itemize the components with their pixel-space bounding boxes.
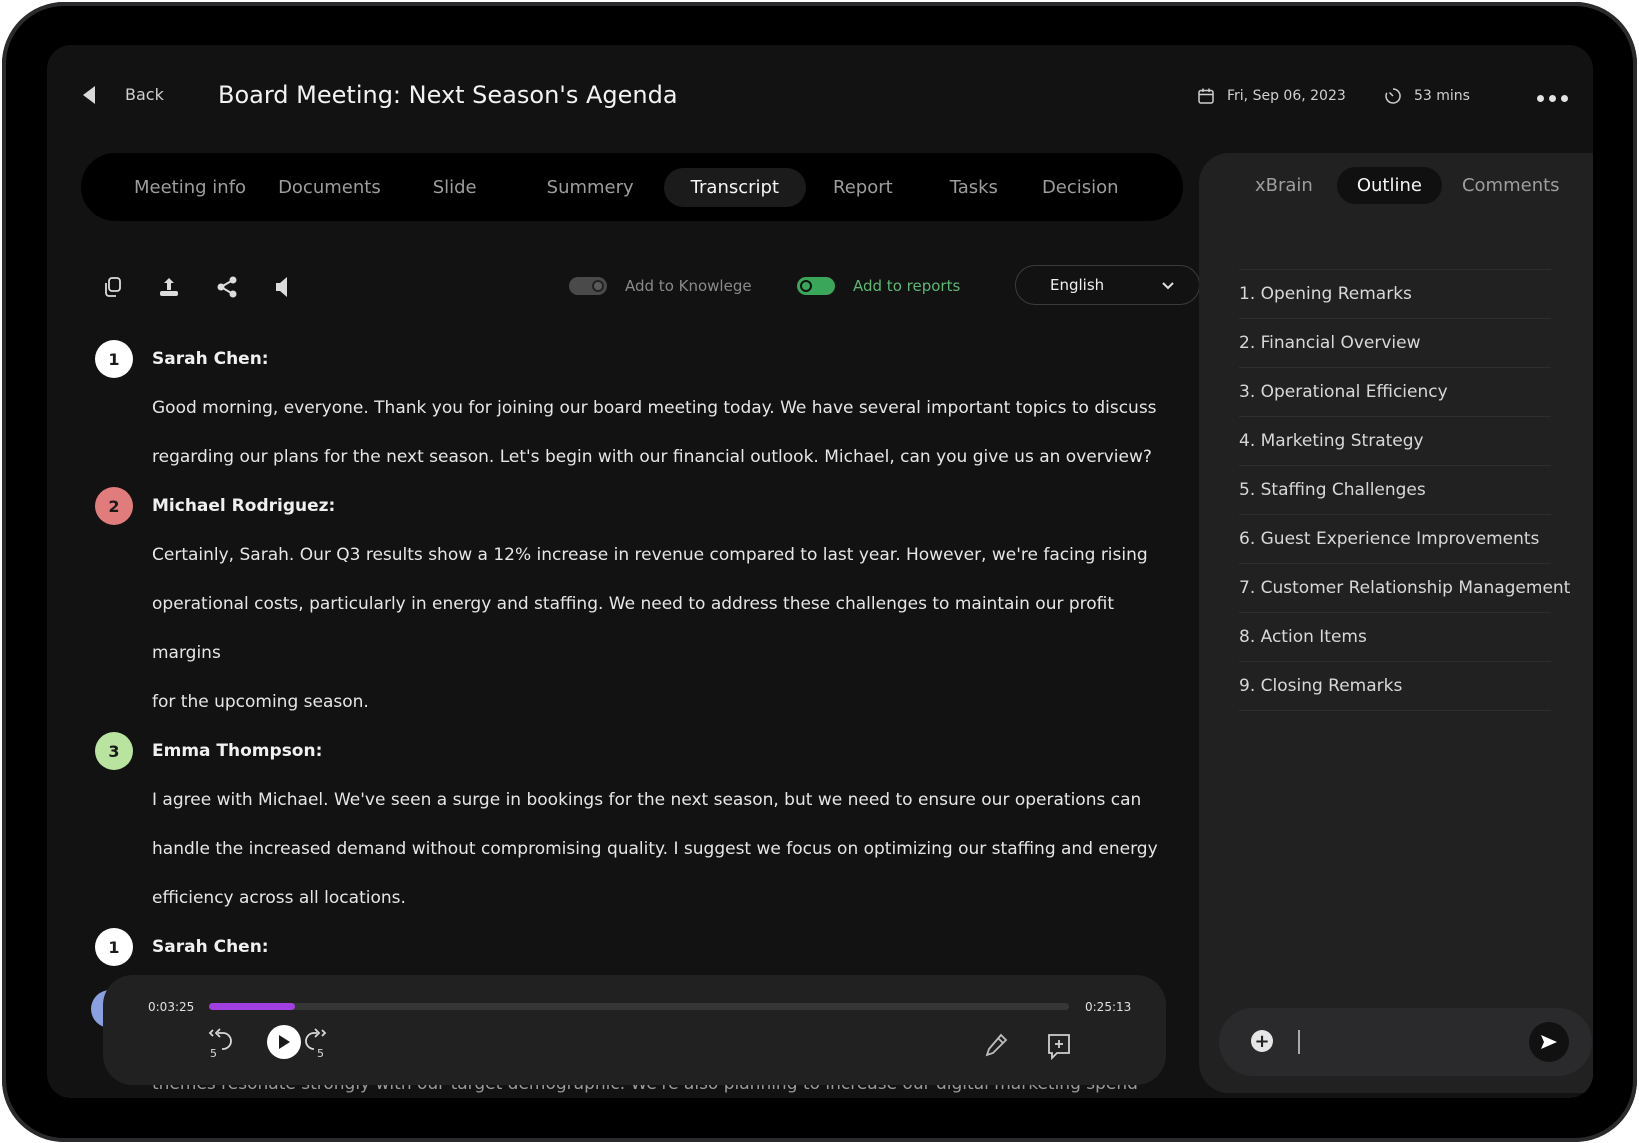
knowledge-switch[interactable] (569, 277, 607, 295)
send-button[interactable] (1529, 1022, 1569, 1062)
text-caret (1298, 1030, 1300, 1054)
side-tab-xbrain[interactable]: xBrain (1235, 167, 1337, 204)
play-icon (279, 1035, 290, 1049)
back-arrow-icon (83, 85, 95, 104)
pen-icon (985, 1033, 1008, 1057)
upload-icon[interactable] (157, 275, 181, 299)
more-dot (1561, 95, 1568, 102)
forward-5-icon: 5 (305, 1028, 327, 1060)
outline-item[interactable]: 2. Financial Overview (1239, 319, 1551, 368)
reports-switch[interactable] (797, 277, 835, 295)
outline-item[interactable]: 9. Closing Remarks (1239, 662, 1551, 711)
add-comment-icon (1048, 1034, 1070, 1061)
outline-item[interactable]: 8. Action Items (1239, 613, 1551, 662)
plus-circle-icon[interactable]: + (1251, 1030, 1273, 1052)
add-to-reports-toggle[interactable]: Add to reports (797, 277, 960, 295)
speaker-avatar: 2 (95, 487, 133, 525)
speaker-avatar: 1 (95, 340, 133, 378)
outline-item[interactable]: 3. Operational Efficiency (1239, 368, 1551, 417)
outline-item[interactable]: 5. Staffing Challenges (1239, 466, 1551, 515)
app-screen: Back Board Meeting: Next Season's Agenda… (47, 45, 1593, 1098)
speaker-avatar: 1 (95, 928, 133, 966)
tab-transcript[interactable]: Transcript (663, 167, 807, 207)
copy-icon[interactable] (101, 275, 125, 299)
send-icon (1541, 1035, 1557, 1049)
add-to-knowledge-toggle[interactable]: Add to Knowlege (569, 277, 752, 295)
more-options-button[interactable] (1537, 95, 1568, 102)
meeting-date: Fri, Sep 06, 2023 (1197, 87, 1346, 105)
current-time: 0:03:25 (148, 1000, 195, 1014)
language-value: English (1050, 276, 1105, 294)
share-icon[interactable] (215, 275, 239, 299)
side-tab-outline[interactable]: Outline (1336, 167, 1442, 204)
language-select[interactable]: English (1015, 265, 1200, 305)
more-dot (1549, 95, 1556, 102)
more-horizontal-icon (1537, 95, 1544, 102)
outline-item[interactable]: 7. Customer Relationship Management (1239, 564, 1570, 613)
outline-item[interactable]: 1. Opening Remarks (1239, 270, 1551, 319)
switch-knob (592, 280, 604, 292)
timer-icon (1385, 88, 1401, 104)
speaker-icon[interactable] (271, 275, 295, 299)
switch-knob (800, 280, 812, 292)
outline-item[interactable]: 6. Guest Experience Improvements (1239, 515, 1551, 564)
date-text: Fri, Sep 06, 2023 (1227, 88, 1346, 104)
transcript-line: handle the increased demand without comp… (152, 839, 1158, 859)
transcript-line: efficiency across all locations. (152, 888, 406, 908)
side-tabs: xBrain Outline Comments (1235, 167, 1580, 204)
tab-report[interactable]: Report (806, 168, 920, 207)
side-tab-comments[interactable]: Comments (1442, 167, 1580, 204)
speaker-name: Emma Thompson: (152, 741, 323, 761)
outline-item[interactable]: 4. Marketing Strategy (1239, 417, 1551, 466)
audio-player: 0:03:25 0:25:13 5 5 (103, 975, 1166, 1085)
transcript-line: I agree with Michael. We've seen a surge… (152, 790, 1142, 810)
add-to-knowledge-label: Add to Knowlege (625, 277, 752, 295)
svg-text:5: 5 (317, 1047, 324, 1059)
transcript-entry: 3 Emma Thompson: I agree with Michael. W… (95, 727, 1165, 923)
main-tabs: Meeting info Documents Slide Summery Tra… (81, 153, 1183, 221)
tab-summery[interactable]: Summery (517, 168, 664, 207)
chevron-down-icon (1162, 282, 1174, 290)
speaker-name: Michael Rodriguez: (152, 496, 336, 516)
tab-meeting-info[interactable]: Meeting info (119, 168, 262, 207)
svg-text:5: 5 (210, 1047, 217, 1059)
tab-documents[interactable]: Documents (262, 168, 397, 207)
transcript-entry: 2 Michael Rodriguez: Certainly, Sarah. O… (95, 482, 1165, 727)
rewind-5-button[interactable]: 5 (207, 1027, 235, 1063)
transcript-entry: 1 Sarah Chen: Good morning, everyone. Th… (95, 335, 1165, 482)
outline-list: 1. Opening Remarks 2. Financial Overview… (1239, 269, 1570, 711)
play-button[interactable] (267, 1025, 301, 1059)
rewind-5-icon: 5 (208, 1028, 232, 1060)
speaker-name: Sarah Chen: (152, 349, 269, 369)
side-panel: xBrain Outline Comments 1. Opening Remar… (1199, 153, 1593, 1093)
progress-bar[interactable] (209, 1003, 1069, 1010)
forward-5-button[interactable]: 5 (301, 1027, 329, 1063)
transcript-line: Good morning, everyone. Thank you for jo… (152, 398, 1157, 418)
calendar-icon (1198, 88, 1214, 104)
meeting-duration: 53 mins (1384, 87, 1470, 105)
message-input[interactable]: + (1219, 1008, 1592, 1076)
transcript-line: Certainly, Sarah. Our Q3 results show a … (152, 545, 1148, 565)
transcript-line: regarding our plans for the next season.… (152, 447, 1152, 467)
tab-decision[interactable]: Decision (1028, 168, 1133, 207)
back-label: Back (125, 85, 164, 104)
back-button[interactable]: Back (83, 85, 164, 104)
speaker-avatar: 3 (95, 732, 133, 770)
annotate-button[interactable] (981, 1032, 1009, 1064)
duration-text: 53 mins (1414, 88, 1470, 104)
add-to-reports-label: Add to reports (853, 277, 961, 295)
progress-fill (209, 1003, 295, 1010)
speaker-name: Sarah Chen: (152, 937, 269, 957)
add-comment-button[interactable] (1045, 1032, 1073, 1066)
transcript-line: operational costs, particularly in energ… (152, 594, 1115, 663)
transcript-line: for the upcoming season. (152, 692, 369, 712)
tab-slide[interactable]: Slide (397, 168, 517, 207)
page-title: Board Meeting: Next Season's Agenda (218, 81, 678, 109)
total-time: 0:25:13 (1085, 1000, 1132, 1014)
transcript-toolbar: Add to Knowlege Add to reports English (95, 265, 1200, 307)
tab-tasks[interactable]: Tasks (920, 168, 1028, 207)
